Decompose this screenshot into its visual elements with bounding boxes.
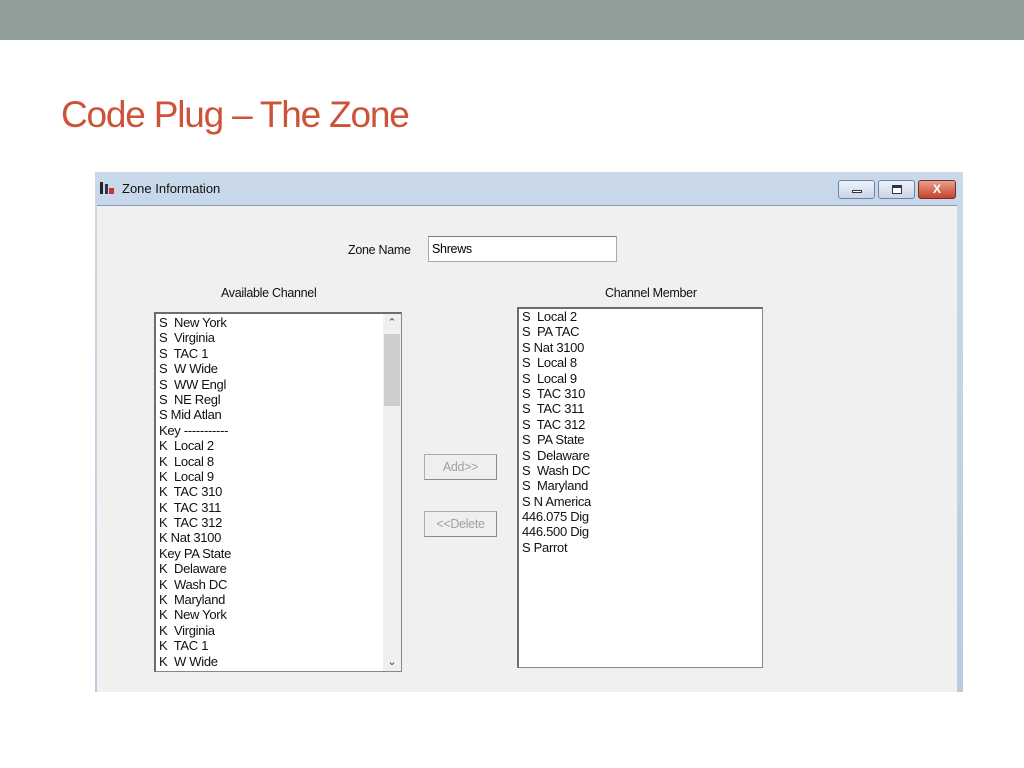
available-channel-item[interactable]: Key -----------	[159, 423, 401, 438]
maximize-button[interactable]	[878, 180, 915, 199]
channel-member-list[interactable]: S Local 2S PA TAC S Nat 3100 S Local 8S Lo…	[517, 307, 763, 668]
available-channel-item[interactable]: K W Wide	[159, 654, 401, 669]
channel-member-item[interactable]: S Local 9	[522, 371, 762, 386]
add-button[interactable]: Add>>	[424, 454, 497, 480]
channel-member-item[interactable]: 446.075 Dig	[522, 509, 762, 524]
channel-member-item[interactable]: S Nat 3100	[522, 340, 762, 355]
available-channel-item[interactable]: K Wash DC	[159, 577, 401, 592]
delete-button[interactable]: <<Delete	[424, 511, 497, 537]
channel-member-item[interactable]: S Local 2	[522, 309, 762, 324]
slide-header-bar	[0, 0, 1024, 40]
available-channel-item[interactable]: S NE Regl	[159, 392, 401, 407]
available-channel-item[interactable]: S Virginia	[159, 330, 401, 345]
available-list-scrollbar[interactable]: ⌃ ⌄	[383, 314, 401, 671]
minimize-button[interactable]	[838, 180, 875, 199]
available-channel-item[interactable]: S Mid Atlan	[159, 407, 401, 422]
channel-member-item[interactable]: S PA TAC	[522, 324, 762, 339]
channel-member-item[interactable]: 446.500 Dig	[522, 524, 762, 539]
available-channel-item[interactable]: S W Wide	[159, 361, 401, 376]
available-channel-item[interactable]: K TAC 310	[159, 484, 401, 499]
available-channel-item[interactable]: K Delaware	[159, 561, 401, 576]
channel-member-item[interactable]: S Local 8	[522, 355, 762, 370]
channel-member-item[interactable]: S N America	[522, 494, 762, 509]
available-channel-item[interactable]: S TAC 1	[159, 346, 401, 361]
scrollbar-thumb[interactable]	[384, 334, 400, 406]
app-icon	[100, 182, 114, 194]
available-channel-label: Available Channel	[221, 286, 317, 300]
scroll-up-icon[interactable]: ⌃	[383, 314, 401, 332]
channel-member-item[interactable]: S Parrot	[522, 540, 762, 555]
slide-title: Code Plug – The Zone	[61, 94, 410, 135]
available-channel-item[interactable]: K Local 2	[159, 438, 401, 453]
zone-name-input[interactable]	[428, 236, 617, 262]
available-channel-item[interactable]: K Maryland	[159, 592, 401, 607]
available-channel-item[interactable]: K New York	[159, 607, 401, 622]
channel-member-label: Channel Member	[605, 286, 697, 300]
window-title: Zone Information	[122, 181, 221, 196]
title-bar[interactable]: Zone Information X	[95, 172, 963, 205]
channel-member-item[interactable]: S TAC 312	[522, 417, 762, 432]
available-channel-item[interactable]: K Nat 3100	[159, 530, 401, 545]
dialog-body: Zone Name Available Channel Channel Memb…	[97, 205, 957, 692]
available-channel-item[interactable]: S WW Engl	[159, 377, 401, 392]
channel-member-item[interactable]: S TAC 310	[522, 386, 762, 401]
available-channel-item[interactable]: K Local 8	[159, 454, 401, 469]
available-channel-item[interactable]: K TAC 311	[159, 500, 401, 515]
channel-member-item[interactable]: S Maryland	[522, 478, 762, 493]
available-channel-item[interactable]: K Local 9	[159, 469, 401, 484]
channel-member-item[interactable]: S PA State	[522, 432, 762, 447]
available-channel-item[interactable]: K Virginia	[159, 623, 401, 638]
available-channel-list[interactable]: S New York S Virginia S TAC 1S W Wide S WW …	[154, 312, 402, 672]
scroll-down-icon[interactable]: ⌄	[383, 653, 401, 671]
available-channel-item[interactable]: K TAC 1	[159, 638, 401, 653]
channel-member-item[interactable]: S TAC 311	[522, 401, 762, 416]
channel-member-item[interactable]: S Wash DC	[522, 463, 762, 478]
available-channel-item[interactable]: S New York	[159, 315, 401, 330]
close-button[interactable]: X	[918, 180, 956, 199]
zone-name-label: Zone Name	[348, 243, 411, 257]
channel-member-item[interactable]: S Delaware	[522, 448, 762, 463]
zone-information-window: Zone Information X Zone Name Available C…	[95, 172, 963, 692]
available-channel-item[interactable]: Key PA State	[159, 546, 401, 561]
available-channel-item[interactable]: K TAC 312	[159, 515, 401, 530]
